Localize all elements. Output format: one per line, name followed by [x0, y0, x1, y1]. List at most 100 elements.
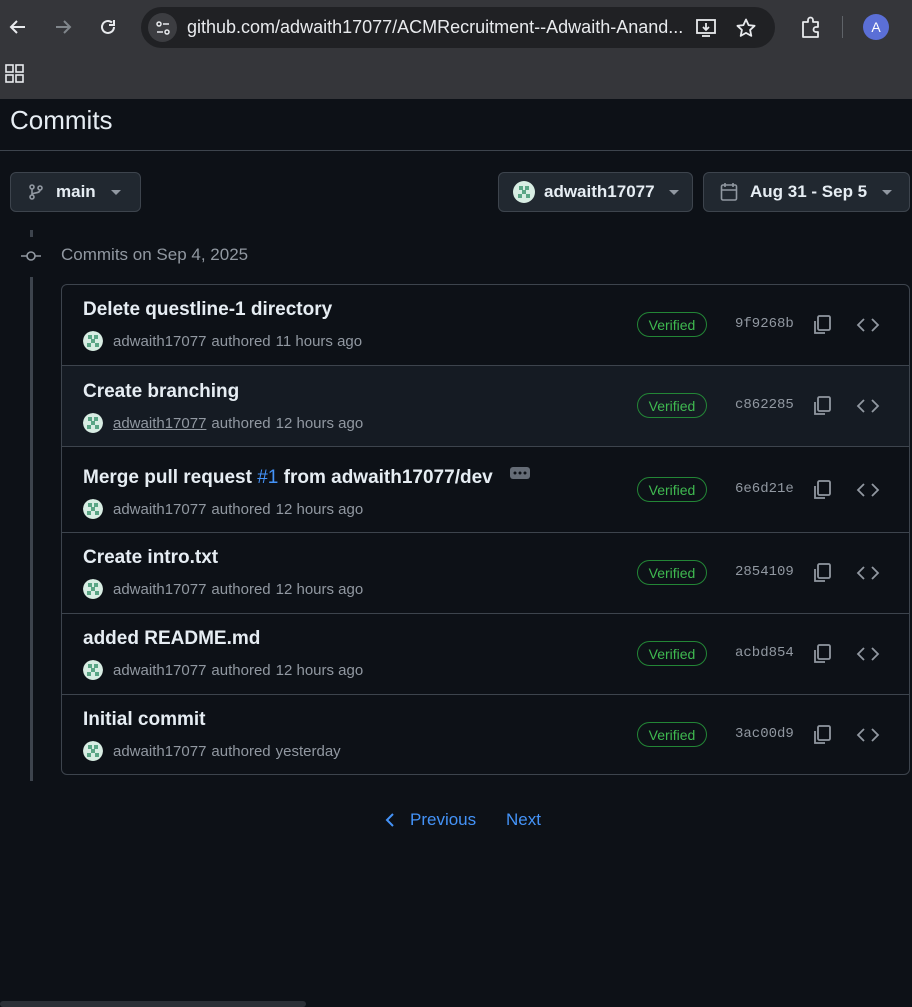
user-filter-button[interactable]: adwaith17077 — [498, 172, 693, 212]
commit-row[interactable]: Create branching adwaith17077 authored 1… — [62, 365, 909, 446]
verified-badge[interactable]: Verified — [637, 560, 707, 585]
code-icon[interactable] — [856, 561, 880, 585]
author-link[interactable]: adwaith17077 — [113, 743, 206, 760]
branch-icon — [29, 184, 43, 200]
commit-title[interactable]: Initial commit — [83, 709, 205, 731]
chevron-down-icon — [668, 189, 679, 195]
commit-title[interactable]: Delete questline-1 directory — [83, 299, 332, 321]
authored-label: authored — [211, 500, 271, 518]
next-page-button[interactable]: Next — [506, 810, 541, 830]
commit-sha[interactable]: acbd854 — [735, 645, 794, 661]
verified-badge[interactable]: Verified — [637, 393, 707, 418]
author-link[interactable]: adwaith17077 — [113, 501, 206, 518]
apps-icon — [5, 64, 24, 83]
commit-meta: adwaith17077 authored yesterday — [83, 741, 341, 761]
verified-badge[interactable]: Verified — [637, 477, 707, 502]
commit-row[interactable]: Delete questline-1 directory adwaith1707… — [62, 285, 909, 365]
author-link[interactable]: adwaith17077 — [113, 415, 206, 432]
date-range-button[interactable]: Aug 31 - Sep 5 — [703, 172, 910, 212]
reload-icon — [101, 19, 115, 34]
author-avatar[interactable] — [83, 413, 103, 433]
author-link[interactable]: adwaith17077 — [113, 581, 206, 598]
install-icon — [696, 19, 716, 37]
page-title: Commits — [10, 105, 113, 135]
author-avatar[interactable] — [83, 741, 103, 761]
commit-title[interactable]: added README.md — [83, 628, 260, 650]
commit-row[interactable]: Merge pull request #1 from adwaith17077/… — [62, 446, 909, 532]
commit-time: yesterday — [275, 742, 341, 760]
branch-name: main — [56, 182, 96, 201]
forward-button[interactable] — [48, 12, 78, 42]
commit-sha[interactable]: 6e6d21e — [735, 481, 794, 497]
copy-icon[interactable] — [810, 642, 834, 666]
timeline-line — [30, 277, 33, 781]
browser-chrome: github.com/adwaith17077/ACMRecruitment--… — [0, 0, 912, 99]
copy-icon[interactable] — [810, 561, 834, 585]
verified-badge[interactable]: Verified — [637, 641, 707, 666]
code-icon[interactable] — [856, 313, 880, 337]
apps-button[interactable] — [5, 64, 25, 84]
commit-meta: adwaith17077 authored 12 hours ago — [83, 579, 363, 599]
copy-icon[interactable] — [810, 394, 834, 418]
address-bar[interactable]: github.com/adwaith17077/ACMRecruitment--… — [141, 7, 775, 48]
commit-time: 11 hours ago — [275, 332, 363, 350]
extensions-button[interactable] — [798, 14, 824, 40]
title-divider — [0, 150, 912, 151]
chevron-left-icon — [385, 813, 394, 827]
author-avatar[interactable] — [83, 331, 103, 351]
authored-label: authored — [211, 661, 271, 679]
site-info-button[interactable] — [148, 13, 177, 42]
expand-message-button[interactable] — [510, 467, 530, 479]
commit-group-title: Commits on Sep 4, 2025 — [61, 245, 249, 264]
copy-icon[interactable] — [810, 313, 834, 337]
code-icon[interactable] — [856, 394, 880, 418]
commit-title[interactable]: Merge pull request #1 from adwaith17077/… — [83, 467, 530, 489]
verified-badge[interactable]: Verified — [637, 722, 707, 747]
commit-sha[interactable]: 3ac00d9 — [735, 726, 794, 742]
install-app-button[interactable] — [694, 16, 718, 40]
next-page-label: Next — [506, 810, 541, 829]
commit-row[interactable]: Initial commit adwaith17077 authored yes… — [62, 694, 909, 774]
copy-icon[interactable] — [810, 723, 834, 747]
commit-list: Delete questline-1 directory adwaith1707… — [61, 284, 910, 775]
previous-page-button[interactable]: Previous — [384, 810, 476, 830]
authored-label: authored — [211, 332, 271, 350]
author-avatar[interactable] — [83, 499, 103, 519]
commit-sha[interactable]: 9f9268b — [735, 316, 794, 332]
code-icon[interactable] — [856, 478, 880, 502]
bookmark-star-button[interactable] — [734, 16, 758, 40]
commit-sha[interactable]: 2854109 — [735, 564, 794, 580]
bookmarks-bar — [0, 56, 912, 99]
branch-selector-button[interactable]: main — [10, 172, 141, 212]
authored-label: authored — [211, 414, 271, 432]
authored-label: authored — [211, 742, 271, 760]
commit-title[interactable]: Create branching — [83, 381, 239, 403]
back-icon — [9, 20, 25, 34]
author-link[interactable]: adwaith17077 — [113, 333, 206, 350]
copy-icon[interactable] — [810, 478, 834, 502]
commit-meta: adwaith17077 authored 11 hours ago — [83, 331, 362, 351]
chevron-down-icon — [882, 189, 893, 195]
code-icon[interactable] — [856, 642, 880, 666]
verified-badge[interactable]: Verified — [637, 312, 707, 337]
pull-request-link[interactable]: #1 — [257, 467, 278, 488]
author-avatar[interactable] — [83, 660, 103, 680]
timeline-line — [30, 230, 33, 237]
author-avatar[interactable] — [83, 579, 103, 599]
author-link[interactable]: adwaith17077 — [113, 662, 206, 679]
commit-sha[interactable]: c862285 — [735, 397, 794, 413]
commit-time: 12 hours ago — [275, 580, 364, 598]
commit-title-prefix: Merge pull request — [83, 467, 252, 488]
user-avatar-icon — [513, 181, 535, 203]
horizontal-scrollbar[interactable] — [0, 1001, 306, 1007]
commit-title-suffix: from adwaith17077/dev — [283, 467, 493, 488]
commit-row[interactable]: Create intro.txt adwaith17077 authored 1… — [62, 532, 909, 613]
back-button[interactable] — [3, 12, 33, 42]
commit-row[interactable]: added README.md adwaith17077 authored 12… — [62, 613, 909, 694]
code-icon[interactable] — [856, 723, 880, 747]
url-text[interactable]: github.com/adwaith17077/ACMRecruitment--… — [187, 17, 687, 38]
commit-title[interactable]: Create intro.txt — [83, 547, 218, 569]
reload-button[interactable] — [93, 12, 123, 42]
user-filter-name: adwaith17077 — [544, 182, 655, 201]
profile-avatar[interactable]: A — [863, 14, 889, 40]
